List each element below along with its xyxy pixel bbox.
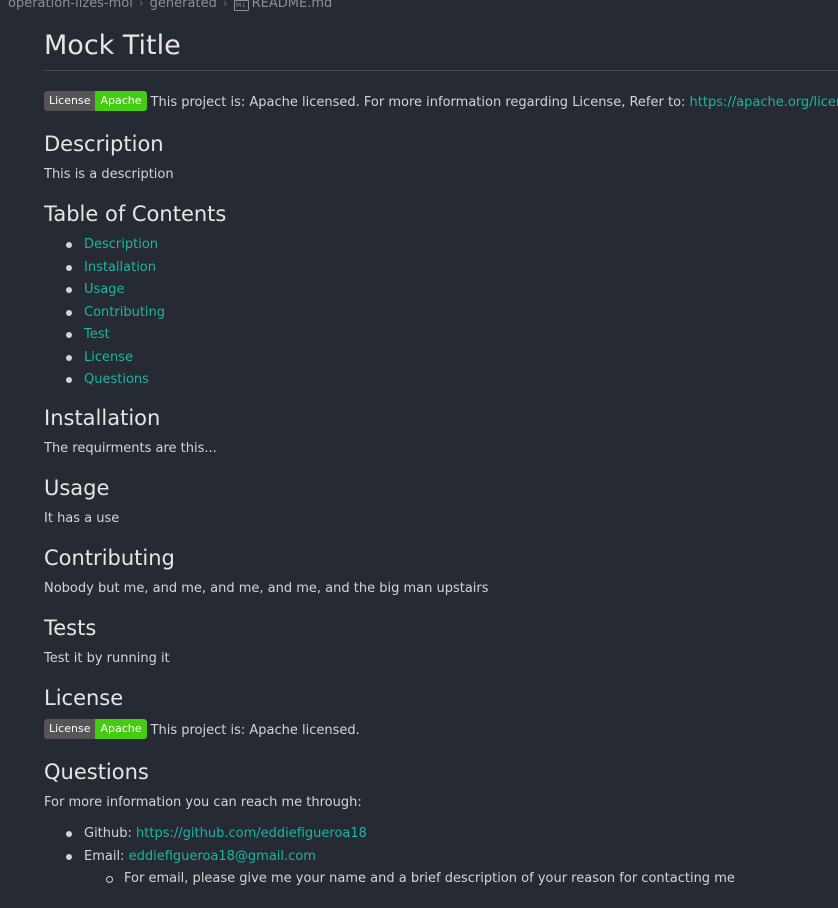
license-intro-paragraph: License Apache This project is: Apache li… [44, 90, 838, 115]
license-link[interactable]: https://apache.org/licenses/ [690, 95, 838, 110]
email-note: For email, please give me your name and … [124, 871, 735, 886]
contributing-heading: Contributing [44, 546, 175, 570]
usage-heading: Usage [44, 476, 110, 500]
toc-link-usage[interactable]: Usage [84, 282, 125, 297]
github-link[interactable]: https://github.com/eddiefigueroa18 [136, 826, 367, 841]
usage-text: It has a use [44, 511, 120, 526]
badge-right-label: Apache [95, 718, 147, 739]
list-item: Questions [44, 369, 165, 392]
toc-list: Description Installation Usage Contribut… [44, 234, 165, 392]
list-item: For email, please give me your name and … [84, 868, 735, 891]
license-badge: License Apache [44, 718, 147, 739]
license-badge: License Apache [44, 90, 147, 111]
list-item: Description [44, 234, 165, 257]
toc-link-description[interactable]: Description [84, 237, 158, 252]
list-item: Test [44, 324, 165, 347]
breadcrumb-folder-operation-lizes-moi[interactable]: operation-lizes-moi [8, 0, 133, 11]
license-intro-text: This project is: Apache licensed. For mo… [150, 95, 686, 110]
list-item: Usage [44, 279, 165, 302]
badge-left-label: License [44, 718, 96, 739]
installation-heading: Installation [44, 406, 161, 430]
title-divider [44, 70, 838, 71]
breadcrumb-folder-generated[interactable]: generated [150, 0, 217, 11]
markdown-file-icon: M↓ [233, 0, 249, 11]
breadcrumb-file-readme[interactable]: M↓ README.md [233, 0, 333, 11]
list-item: Contributing [44, 302, 165, 325]
list-item: Github: https://github.com/eddiefigueroa… [44, 823, 735, 846]
toc-link-test[interactable]: Test [84, 327, 110, 342]
license-short-paragraph: License Apache This project is: Apache li… [44, 718, 360, 743]
chevron-right-icon: › [222, 0, 228, 10]
list-item: Installation [44, 257, 165, 280]
toc-heading: Table of Contents [44, 202, 227, 226]
list-item: License [44, 347, 165, 370]
badge-left-label: License [44, 90, 96, 111]
badge-right-label: Apache [95, 90, 147, 111]
email-sublist: For email, please give me your name and … [84, 868, 735, 891]
license-short-text: This project is: Apache licensed. [150, 723, 360, 738]
breadcrumb-file-label: README.md [251, 0, 333, 11]
contact-list: Github: https://github.com/eddiefigueroa… [44, 823, 735, 891]
email-label: Email: [84, 848, 125, 864]
description-heading: Description [44, 132, 164, 156]
chevron-right-icon: › [138, 0, 144, 10]
toc-link-installation[interactable]: Installation [84, 260, 156, 275]
toc-link-contributing[interactable]: Contributing [84, 305, 165, 320]
tests-heading: Tests [44, 616, 97, 640]
email-link[interactable]: eddiefigueroa18@gmail.com [129, 849, 316, 864]
tests-text: Test it by running it [44, 651, 170, 666]
breadcrumb: operation-lizes-moi › generated › M↓ READ… [8, 0, 332, 11]
contributing-text: Nobody but me, and me, and me, and me, a… [44, 581, 489, 596]
list-item: Email: eddiefigueroa18@gmail.com For ema… [44, 846, 735, 891]
installation-text: The requirments are this... [44, 441, 217, 456]
page-title: Mock Title [44, 30, 181, 61]
toc-link-questions[interactable]: Questions [84, 372, 149, 387]
questions-heading: Questions [44, 760, 149, 784]
github-label: Github: [84, 826, 132, 841]
description-text: This is a description [44, 167, 174, 182]
toc-link-license[interactable]: License [84, 350, 133, 365]
questions-text: For more information you can reach me th… [44, 795, 362, 810]
license-heading: License [44, 686, 124, 710]
